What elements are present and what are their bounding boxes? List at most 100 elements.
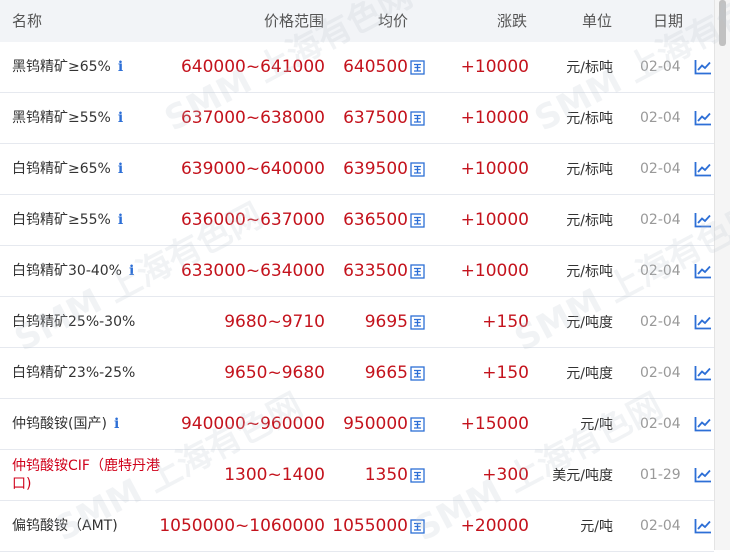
price-badge-icon[interactable] [410,348,428,398]
price-badge-icon[interactable] [410,399,428,449]
price-badge-icon[interactable] [410,450,428,500]
product-name[interactable]: 白钨精矿23%-25% [12,348,177,398]
table-row[interactable]: 黑钨精矿≥55% i 637000~638000 637500 +10000 元/标吨 02… [0,93,714,144]
average-price: 1350 [364,465,408,485]
trend-chart-icon[interactable] [694,501,714,551]
trend-chart-icon[interactable] [694,93,714,143]
product-name-text[interactable]: 白钨精矿23%-25% [12,364,135,382]
date: 02-04 [640,365,681,381]
trend-chart-icon[interactable] [694,348,714,398]
price-badge-icon[interactable] [410,195,428,245]
trend-chart-icon[interactable] [694,144,714,194]
price-range: 9680~9710 [224,312,325,332]
unit: 元/标吨 [566,264,613,280]
price-range: 633000~634000 [180,261,325,281]
date: 02-04 [640,263,681,279]
price-change: +10000 [460,57,529,77]
table-row[interactable]: 白钨精矿25%-30% 9680~9710 9695 +150 元/吨度 02-04 [0,297,714,348]
product-name[interactable]: 白钨精矿25%-30% [12,297,177,347]
product-name[interactable]: 白钨精矿≥55% i [12,195,177,245]
price-change: +10000 [460,108,529,128]
product-name[interactable]: 白钨精矿≥65% i [12,144,177,194]
average-price: 1055000 [332,516,408,536]
date: 02-04 [640,59,681,75]
product-name-text[interactable]: 黑钨精矿≥65% [12,58,111,76]
price-table: 名称 价格范围 均价 涨跌 单位 日期 黑钨精矿≥65% i 640000~6410… [0,0,714,552]
average-price: 637500 [343,108,408,128]
price-change: +10000 [460,210,529,230]
price-change: +10000 [460,261,529,281]
price-range: 940000~960000 [180,414,325,434]
price-range: 1300~1400 [224,465,325,485]
date: 02-04 [640,110,681,126]
unit: 元/标吨 [566,162,613,178]
price-change: +15000 [460,414,529,434]
product-name-text[interactable]: 白钨精矿≥55% [12,211,111,229]
average-price: 950000 [343,414,408,434]
average-price: 633500 [343,261,408,281]
price-change: +150 [482,363,529,383]
price-badge-icon[interactable] [410,501,428,551]
unit: 元/吨 [580,519,613,535]
product-name-text[interactable]: 白钨精矿≥65% [12,160,111,178]
product-name[interactable]: 仲钨酸铵(国产) i [12,399,177,449]
price-badge-icon[interactable] [410,144,428,194]
date: 02-04 [640,212,681,228]
product-name[interactable]: 黑钨精矿≥65% i [12,42,177,92]
info-icon[interactable]: i [118,58,123,76]
trend-chart-icon[interactable] [694,42,714,92]
info-icon[interactable]: i [118,109,123,127]
product-name[interactable]: 白钨精矿30-40% i [12,246,177,296]
table-row[interactable]: 白钨精矿23%-25% 9650~9680 9665 +150 元/吨度 02-04 [0,348,714,399]
product-name[interactable]: 黑钨精矿≥55% i [12,93,177,143]
price-badge-icon[interactable] [410,42,428,92]
date: 02-04 [640,416,681,432]
table-header: 名称 价格范围 均价 涨跌 单位 日期 [0,0,714,42]
header-name: 名称 [12,12,43,30]
scrollbar-thumb[interactable] [719,0,726,46]
price-range: 637000~638000 [180,108,325,128]
info-icon[interactable]: i [118,211,123,229]
table-row[interactable]: 黑钨精矿≥65% i 640000~641000 640500 +10000 元/标吨 02… [0,42,714,93]
product-name[interactable]: 仲钨酸铵CIF（鹿特丹港口) [12,450,177,500]
unit: 元/标吨 [566,213,613,229]
vertical-scrollbar[interactable] [714,0,730,550]
trend-chart-icon[interactable] [694,297,714,347]
info-icon[interactable]: i [129,262,134,280]
table-row[interactable]: 白钨精矿≥65% i 639000~640000 639500 +10000 元/标吨 02… [0,144,714,195]
unit: 元/标吨 [566,111,613,127]
price-change: +10000 [460,159,529,179]
trend-chart-icon[interactable] [694,195,714,245]
info-icon[interactable]: i [118,160,123,178]
product-name-text[interactable]: 仲钨酸铵(国产) [12,415,107,433]
header-range: 价格范围 [264,12,325,30]
average-price: 9695 [364,312,408,332]
product-name-text[interactable]: 白钨精矿30-40% [12,262,122,280]
table-row[interactable]: 仲钨酸铵(国产) i 940000~960000 950000 +15000 元/吨 02-… [0,399,714,450]
price-change: +20000 [460,516,529,536]
trend-chart-icon[interactable] [694,450,714,500]
date: 02-04 [640,314,681,330]
price-badge-icon[interactable] [410,93,428,143]
trend-chart-icon[interactable] [694,399,714,449]
product-name-text[interactable]: 偏钨酸铵（AMT) [12,517,118,535]
product-name-text[interactable]: 白钨精矿25%-30% [12,313,135,331]
table-row[interactable]: 白钨精矿30-40% i 633000~634000 633500 +10000 元/标吨… [0,246,714,297]
product-name[interactable]: 偏钨酸铵（AMT) [12,501,177,551]
average-price: 640500 [343,57,408,77]
header-avg: 均价 [378,12,409,30]
date: 01-29 [640,467,681,483]
header-unit: 单位 [582,12,613,30]
product-name-text[interactable]: 仲钨酸铵CIF（鹿特丹港口) [12,457,177,493]
table-row[interactable]: 白钨精矿≥55% i 636000~637000 636500 +10000 元/标吨 02… [0,195,714,246]
info-icon[interactable]: i [114,415,119,433]
table-row[interactable]: 偏钨酸铵（AMT) 1050000~1060000 1055000 +20000 元/吨… [0,501,714,552]
trend-chart-icon[interactable] [694,246,714,296]
price-change: +300 [482,465,529,485]
price-badge-icon[interactable] [410,297,428,347]
table-row[interactable]: 仲钨酸铵CIF（鹿特丹港口) 1300~1400 1350 +300 美元/吨度 01-2… [0,450,714,501]
product-name-text[interactable]: 黑钨精矿≥55% [12,109,111,127]
unit: 元/吨度 [566,366,613,382]
header-date: 日期 [653,12,684,30]
price-badge-icon[interactable] [410,246,428,296]
